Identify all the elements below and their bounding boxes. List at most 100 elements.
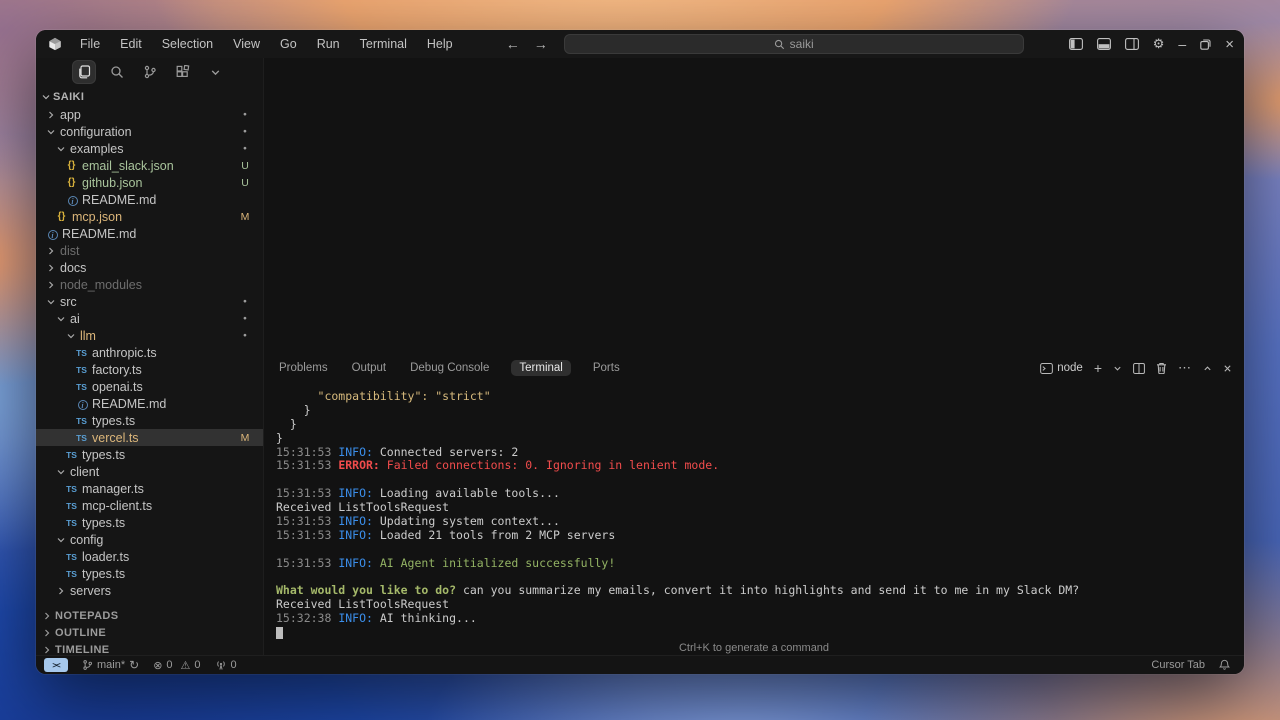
title-bar: FileEditSelectionViewGoRunTerminalHelp ←…: [36, 30, 1244, 58]
maximize-panel-icon[interactable]: [1203, 364, 1212, 373]
readme-info-icon: i: [48, 230, 58, 240]
tree-item-github-json[interactable]: {}github.jsonU: [36, 174, 263, 191]
tree-item-examples[interactable]: examples●: [36, 140, 263, 157]
minimize-button[interactable]: –: [1178, 36, 1186, 52]
tree-item-types-ts[interactable]: TStypes.ts: [36, 446, 263, 463]
panel-tab-ports[interactable]: Ports: [591, 360, 622, 376]
extensions-icon[interactable]: [172, 61, 194, 83]
tree-item-openai-ts[interactable]: TSopenai.ts: [36, 378, 263, 395]
tree-item-src[interactable]: src●: [36, 293, 263, 310]
panel-tab-problems[interactable]: Problems: [277, 360, 330, 376]
sidebar-section-timeline[interactable]: TIMELINE: [36, 641, 263, 655]
launch-profile-chevron-icon[interactable]: [1113, 364, 1122, 373]
cursor-tab-status[interactable]: Cursor Tab: [1151, 659, 1205, 671]
terminal-line: 15:32:38 INFO: AI thinking...: [276, 611, 1234, 625]
sidebar-section-notepads[interactable]: NOTEPADS: [36, 607, 263, 624]
close-panel-icon[interactable]: [1223, 364, 1232, 373]
tree-item-llm[interactable]: llm●: [36, 327, 263, 344]
tree-item-label: README.md: [82, 193, 156, 207]
menu-edit[interactable]: Edit: [112, 35, 150, 53]
search-icon: [774, 39, 785, 50]
explorer-root-header[interactable]: SAIKI: [36, 88, 263, 106]
split-terminal-icon[interactable]: [1133, 363, 1145, 374]
menu-help[interactable]: Help: [419, 35, 461, 53]
toggle-secondary-sidebar-icon[interactable]: [1125, 38, 1139, 50]
chevron-right-icon: [44, 263, 57, 273]
tree-item-label: examples: [70, 142, 124, 156]
tree-item-mcp-json[interactable]: {}mcp.jsonM: [36, 208, 263, 225]
chevron-down-icon[interactable]: [205, 61, 227, 83]
tree-item-servers[interactable]: servers: [36, 582, 263, 599]
chevron-right-icon: [44, 246, 57, 256]
tree-item-manager-ts[interactable]: TSmanager.ts: [36, 480, 263, 497]
activity-bar: [36, 58, 263, 86]
explorer-icon[interactable]: [73, 61, 95, 83]
terminal-line: 15:31:53 INFO: Loaded 21 tools from 2 MC…: [276, 528, 1234, 542]
tree-item-ai[interactable]: ai●: [36, 310, 263, 327]
tree-item-readme-md[interactable]: iREADME.md: [36, 191, 263, 208]
tree-item-label: manager.ts: [82, 482, 144, 496]
explorer-view: SAIKI app●configuration●examples●{}email…: [36, 86, 263, 655]
tree-item-configuration[interactable]: configuration●: [36, 123, 263, 140]
tree-item-node-modules[interactable]: node_modules: [36, 276, 263, 293]
typescript-file-icon: TS: [64, 501, 79, 511]
tree-item-vercel-ts[interactable]: TSvercel.tsM: [36, 429, 263, 446]
terminal-line: 15:31:53 ERROR: Failed connections: 0. I…: [276, 458, 1234, 472]
new-terminal-icon[interactable]: +: [1094, 360, 1102, 376]
menu-selection[interactable]: Selection: [154, 35, 221, 53]
tree-item-label: mcp.json: [72, 210, 122, 224]
tree-item-loader-ts[interactable]: TSloader.ts: [36, 548, 263, 565]
trash-icon[interactable]: [1156, 362, 1167, 374]
panel-tab-terminal[interactable]: Terminal: [511, 360, 570, 376]
git-branch-status[interactable]: main* ↻: [82, 658, 139, 672]
tree-item-client[interactable]: client: [36, 463, 263, 480]
terminal-instance-label[interactable]: node: [1040, 362, 1083, 374]
typescript-file-icon: TS: [64, 484, 79, 494]
menu-run[interactable]: Run: [309, 35, 348, 53]
tree-item-app[interactable]: app●: [36, 106, 263, 123]
terminal-output[interactable]: "compatibility": "strict" } }}15:31:53 I…: [264, 381, 1244, 655]
close-button[interactable]: ×: [1225, 36, 1234, 53]
problems-status[interactable]: ⊗ 0 ⚠ 0: [153, 659, 200, 672]
tree-item-types-ts[interactable]: TStypes.ts: [36, 514, 263, 531]
toggle-panel-icon[interactable]: [1097, 38, 1111, 50]
status-bar: >< main* ↻ ⊗ 0 ⚠ 0 0 Cursor Tab: [36, 655, 1244, 674]
tree-item-mcp-client-ts[interactable]: TSmcp-client.ts: [36, 497, 263, 514]
more-actions-icon[interactable]: ⋯: [1178, 360, 1192, 376]
tree-item-config[interactable]: config: [36, 531, 263, 548]
settings-gear-icon[interactable]: ⚙: [1153, 36, 1165, 52]
menu-terminal[interactable]: Terminal: [352, 35, 415, 53]
terminal-line: [276, 570, 1234, 584]
editor-area[interactable]: I: [264, 58, 1244, 355]
nav-forward-button[interactable]: →: [534, 36, 548, 52]
typescript-file-icon: TS: [64, 450, 79, 460]
tree-item-anthropic-ts[interactable]: TSanthropic.ts: [36, 344, 263, 361]
tree-item-factory-ts[interactable]: TSfactory.ts: [36, 361, 263, 378]
restore-button[interactable]: [1200, 39, 1211, 50]
search-icon[interactable]: [106, 61, 128, 83]
panel-tab-output[interactable]: Output: [350, 360, 389, 376]
tree-item-docs[interactable]: docs: [36, 259, 263, 276]
panel-tab-debug-console[interactable]: Debug Console: [408, 360, 491, 376]
command-center-search[interactable]: saiki: [564, 34, 1024, 54]
tree-item-types-ts[interactable]: TStypes.ts: [36, 565, 263, 582]
tree-item-types-ts[interactable]: TStypes.ts: [36, 412, 263, 429]
tree-item-email-slack-json[interactable]: {}email_slack.jsonU: [36, 157, 263, 174]
chevron-right-icon: [42, 628, 52, 638]
menu-go[interactable]: Go: [272, 35, 305, 53]
nav-back-button[interactable]: ←: [506, 36, 520, 52]
tree-item-readme-md[interactable]: iREADME.md: [36, 395, 263, 412]
toggle-primary-sidebar-icon[interactable]: [1069, 38, 1083, 50]
remote-indicator[interactable]: ><: [44, 658, 68, 672]
tree-item-readme-md[interactable]: iREADME.md: [36, 225, 263, 242]
menu-file[interactable]: File: [72, 35, 108, 53]
terminal-line: "compatibility": "strict": [276, 389, 1234, 403]
menu-view[interactable]: View: [225, 35, 268, 53]
tree-item-dist[interactable]: dist: [36, 242, 263, 259]
ports-status[interactable]: 0: [215, 659, 237, 671]
panel-tabs: Problems Output Debug Console Terminal Ports: [277, 360, 622, 376]
source-control-icon[interactable]: [139, 61, 161, 83]
notifications-bell[interactable]: [1219, 659, 1230, 671]
sidebar-section-outline[interactable]: OUTLINE: [36, 624, 263, 641]
modified-dot-badge: ●: [239, 332, 251, 339]
